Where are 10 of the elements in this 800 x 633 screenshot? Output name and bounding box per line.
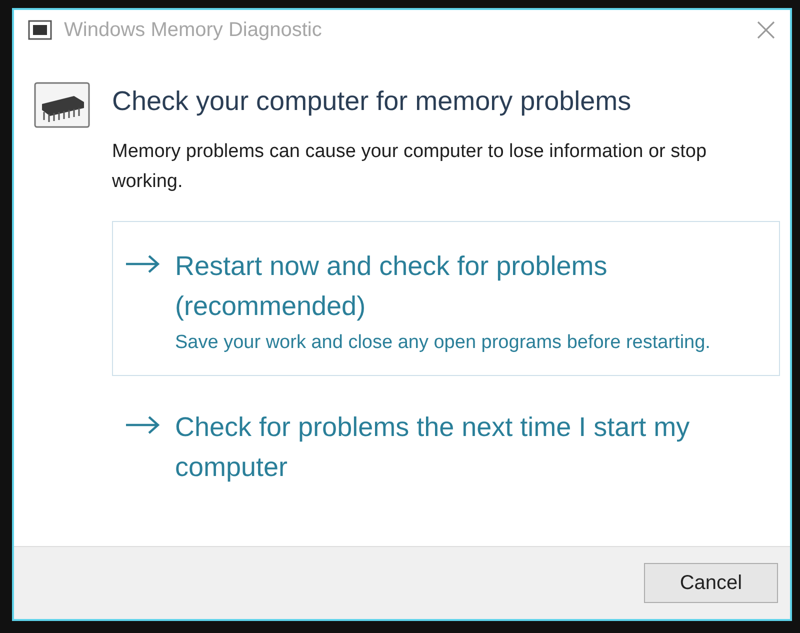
cancel-button[interactable]: Cancel [644,563,778,603]
memory-chip-icon [34,82,90,128]
description-text: Memory problems can cause your computer to lose information or stop working. [112,140,708,194]
close-icon[interactable] [756,20,776,40]
window-title: Windows Memory Diagnostic [64,18,323,42]
command-link[interactable]: Check for problems the next time I start my computer [112,382,780,506]
arrow-icon [125,415,161,435]
command-link[interactable]: Restart now and check for problems (recommended) Save your work and close any open programs before restarting. [112,221,780,376]
arrow-icon [125,254,161,274]
heading: Check your computer for memory problems [112,86,632,117]
